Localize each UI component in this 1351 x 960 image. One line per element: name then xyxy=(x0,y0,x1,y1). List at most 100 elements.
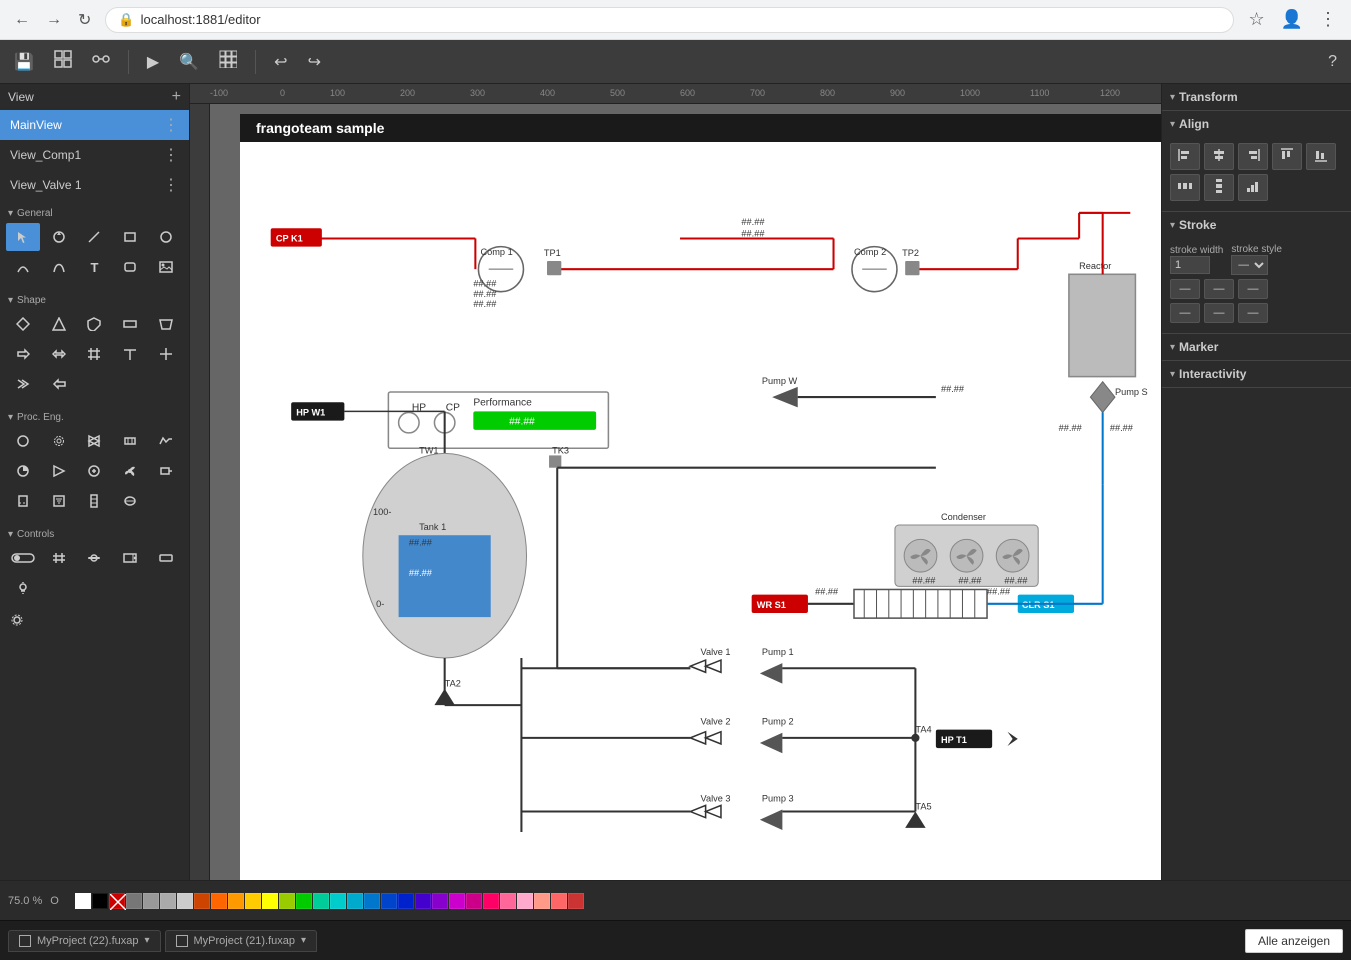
chevron-tool[interactable] xyxy=(6,370,40,398)
save-button[interactable]: 💾 xyxy=(8,48,40,76)
redo-button[interactable]: ↪ xyxy=(302,48,327,76)
swatch-cyan1[interactable] xyxy=(347,893,363,909)
file-tab-1[interactable]: MyProject (22).fuxap ▾ xyxy=(8,930,161,952)
diagram-svg[interactable]: ##.## ##.## CP K1 Comp 1 xyxy=(240,142,1161,880)
extra-control-tool[interactable] xyxy=(6,606,28,634)
transform-header[interactable]: Transform xyxy=(1162,84,1351,110)
swatch-blue2[interactable] xyxy=(381,893,397,909)
shapes-button[interactable] xyxy=(48,46,78,77)
stroke-header[interactable]: Stroke xyxy=(1162,212,1351,238)
view-item-menu[interactable]: ⋮ xyxy=(163,175,179,195)
help-button[interactable]: ? xyxy=(1322,49,1343,75)
loop-tool[interactable] xyxy=(42,223,76,251)
dropdown-tool[interactable] xyxy=(113,544,147,572)
swatch-green1[interactable] xyxy=(279,893,295,909)
slider-tool[interactable] xyxy=(78,544,112,572)
gear-tool[interactable] xyxy=(42,427,76,455)
rounded-rect-tool[interactable] xyxy=(113,253,147,281)
valve-tool[interactable] xyxy=(78,427,112,455)
wide-rect-tool[interactable] xyxy=(113,310,147,338)
general-section-title[interactable]: ▾ General xyxy=(4,204,185,221)
column-tool[interactable] xyxy=(78,487,112,515)
menu-button[interactable]: ⋮ xyxy=(1313,7,1343,32)
swatch-black[interactable] xyxy=(92,893,108,909)
play-button[interactable]: ▶ xyxy=(141,48,165,76)
canvas-frame[interactable]: frangoteam sample xyxy=(240,114,1161,880)
align-left-btn[interactable] xyxy=(1170,143,1200,170)
circle-proc-tool[interactable] xyxy=(6,427,40,455)
profile-button[interactable]: 👤 xyxy=(1275,7,1309,32)
undo-button[interactable]: ↩ xyxy=(268,48,293,76)
file-tab-2[interactable]: MyProject (21).fuxap ▾ xyxy=(165,930,318,952)
pump-pos-tool[interactable] xyxy=(42,457,76,485)
light-tool[interactable] xyxy=(6,574,40,602)
triangle-tool[interactable] xyxy=(42,310,76,338)
swatch-orange1[interactable] xyxy=(194,893,210,909)
distribute-h-btn[interactable] xyxy=(1170,174,1200,201)
reload-button[interactable]: ↻ xyxy=(72,8,97,32)
swatch-blue1[interactable] xyxy=(364,893,380,909)
view-item-comp1[interactable]: View_Comp1 ⋮ xyxy=(0,140,189,170)
heat-exchanger-tool[interactable] xyxy=(113,427,147,455)
line-tool[interactable] xyxy=(78,223,112,251)
zoom-button[interactable]: 🔍 xyxy=(173,48,205,76)
bookmark-button[interactable]: ☆ xyxy=(1242,7,1270,32)
align-center-h-btn[interactable] xyxy=(1204,143,1234,170)
swatch-purple1[interactable] xyxy=(415,893,431,909)
connect-button[interactable] xyxy=(86,46,116,77)
rect-tool[interactable] xyxy=(113,223,147,251)
button-tool[interactable] xyxy=(149,544,183,572)
view-section-header[interactable]: View + xyxy=(0,84,189,110)
swatch-red3[interactable] xyxy=(568,893,584,909)
t-shape-tool[interactable] xyxy=(113,340,147,368)
swatch-red2[interactable] xyxy=(551,893,567,909)
alle-anzeigen-button[interactable]: Alle anzeigen xyxy=(1245,929,1343,953)
hash-tool[interactable] xyxy=(78,340,112,368)
swatch-red-x[interactable] xyxy=(109,893,125,909)
add-view-button[interactable]: + xyxy=(172,88,181,106)
join-round-btn[interactable]: — xyxy=(1204,303,1234,323)
distribute-v-btn[interactable] xyxy=(1204,174,1234,201)
back-button[interactable]: ← xyxy=(8,8,36,32)
align-right-btn[interactable] xyxy=(1238,143,1268,170)
comp-tool[interactable] xyxy=(78,457,112,485)
tank-tool[interactable] xyxy=(6,487,40,515)
swatch-gray1[interactable] xyxy=(126,893,142,909)
grid-button[interactable] xyxy=(213,46,243,77)
circle-tool[interactable] xyxy=(149,223,183,251)
cross-tool[interactable] xyxy=(149,340,183,368)
cap-none-btn[interactable]: — xyxy=(1170,279,1200,299)
swatch-gray4[interactable] xyxy=(177,893,193,909)
arrow-left-tool[interactable] xyxy=(42,370,76,398)
chart-btn[interactable] xyxy=(1238,174,1268,201)
canvas-workspace[interactable]: frangoteam sample xyxy=(210,104,1161,880)
cursor-tool[interactable] xyxy=(6,223,40,251)
fan-tool[interactable] xyxy=(113,457,147,485)
align-top-btn[interactable] xyxy=(1272,143,1302,170)
view-item-menu[interactable]: ⋮ xyxy=(163,145,179,165)
swatch-teal1[interactable] xyxy=(313,893,329,909)
swatch-yellow1[interactable] xyxy=(245,893,261,909)
align-header[interactable]: Align xyxy=(1162,111,1351,137)
swatch-orange3[interactable] xyxy=(228,893,244,909)
signal-tool[interactable] xyxy=(149,427,183,455)
view-item-mainview[interactable]: MainView ⋮ xyxy=(0,110,189,140)
stroke-width-input[interactable] xyxy=(1170,256,1210,274)
arc-tool[interactable] xyxy=(6,253,40,281)
diamond-tool[interactable] xyxy=(6,310,40,338)
swatch-teal2[interactable] xyxy=(330,893,346,909)
separator-tool[interactable] xyxy=(113,487,147,515)
swatch-green2[interactable] xyxy=(296,893,312,909)
join-bevel-btn[interactable]: — xyxy=(1238,303,1268,323)
switch-tool[interactable] xyxy=(6,544,40,572)
bezier-tool[interactable] xyxy=(42,253,76,281)
swatch-magenta[interactable] xyxy=(449,893,465,909)
swatch-blue3[interactable] xyxy=(398,893,414,909)
address-bar[interactable]: 🔒 localhost:1881/editor xyxy=(105,7,1234,33)
join-miter-btn[interactable]: — xyxy=(1170,303,1200,323)
file-tab-arrow-2[interactable]: ▾ xyxy=(301,935,306,946)
shape-section-title[interactable]: ▾ Shape xyxy=(4,291,185,308)
marker-header[interactable]: Marker xyxy=(1162,334,1351,360)
swatch-gray2[interactable] xyxy=(143,893,159,909)
hash-ctrl-tool[interactable] xyxy=(42,544,76,572)
